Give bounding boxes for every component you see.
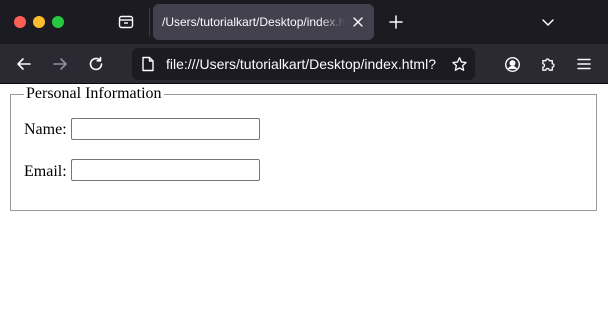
email-input[interactable] [71, 159, 260, 181]
page-icon [140, 56, 156, 72]
tab-overview-button[interactable] [112, 9, 140, 35]
email-label: Email: [24, 163, 67, 180]
fieldset-legend: Personal Information [24, 85, 164, 103]
forward-button[interactable] [48, 52, 72, 76]
name-input[interactable] [71, 118, 260, 140]
navigation-toolbar: file:///Users/tutorialkart/Desktop/index… [0, 44, 608, 84]
personal-info-fieldset: Personal Information Name: Email: [10, 85, 597, 211]
list-all-tabs-button[interactable] [536, 10, 560, 34]
reload-button[interactable] [84, 52, 108, 76]
plus-icon [389, 15, 403, 29]
tab-close-button[interactable] [350, 14, 366, 30]
window-minimize-button[interactable] [33, 16, 45, 28]
active-tab[interactable]: /Users/tutorialkart/Desktop/index.html [153, 4, 374, 40]
extensions-button[interactable] [536, 52, 560, 76]
name-label: Name: [24, 121, 67, 138]
title-bar: /Users/tutorialkart/Desktop/index.html [0, 0, 608, 44]
tab-title: /Users/tutorialkart/Desktop/index.html [162, 15, 346, 29]
star-icon [451, 56, 467, 71]
window-zoom-button[interactable] [52, 16, 64, 28]
account-icon [504, 56, 520, 72]
url-text[interactable]: file:///Users/tutorialkart/Desktop/index… [166, 56, 446, 72]
back-button[interactable] [12, 52, 36, 76]
new-tab-button[interactable] [384, 10, 408, 34]
bookmark-star-button[interactable] [450, 55, 468, 73]
tab-separator [149, 8, 150, 36]
arrow-left-icon [17, 58, 31, 70]
hamburger-icon [577, 58, 591, 70]
address-bar[interactable]: file:///Users/tutorialkart/Desktop/index… [132, 48, 475, 80]
app-menu-button[interactable] [572, 52, 596, 76]
window-close-button[interactable] [14, 16, 26, 28]
puzzle-icon [541, 57, 555, 71]
arrow-right-icon [53, 58, 67, 70]
tab-overview-icon [118, 15, 134, 29]
reload-icon [89, 56, 103, 71]
chevron-down-icon [542, 19, 554, 26]
close-icon [353, 17, 363, 27]
page-content: Personal Information Name: Email: [0, 84, 608, 320]
account-button[interactable] [500, 52, 524, 76]
